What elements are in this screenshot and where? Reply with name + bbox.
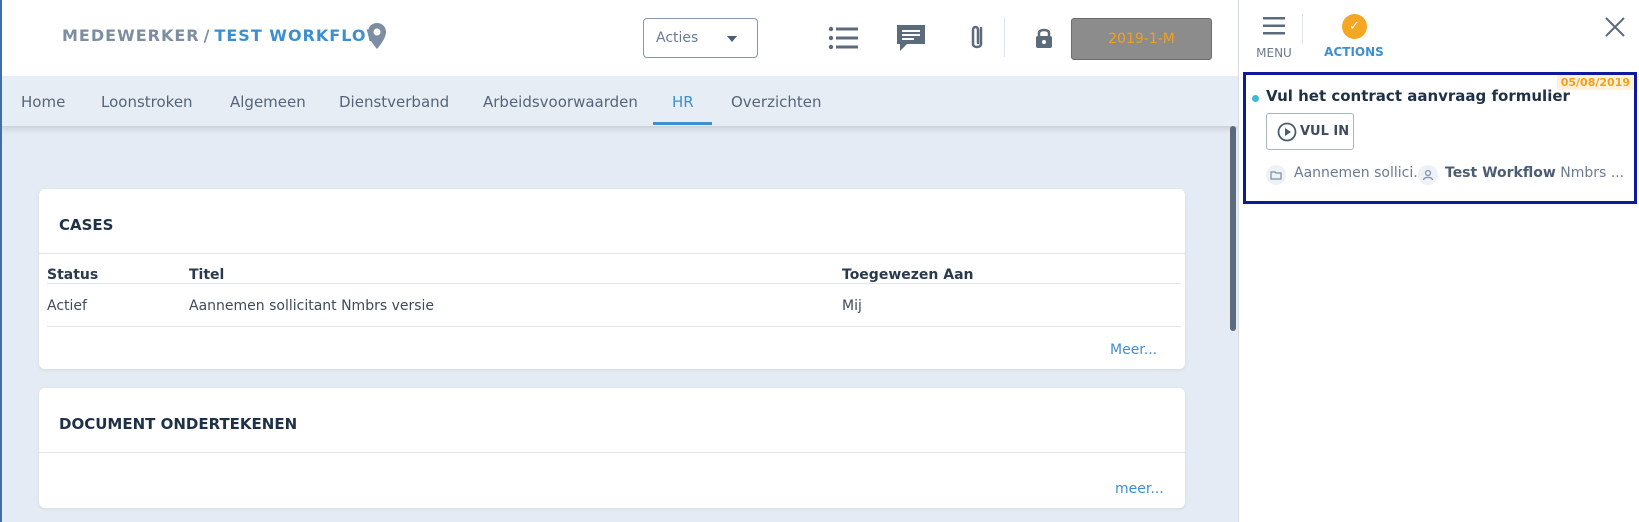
active-tab-indicator [653, 122, 712, 125]
period-button[interactable]: 2019-1-M [1071, 18, 1212, 60]
lock-icon[interactable] [1032, 26, 1056, 50]
tab-algemeen[interactable]: Algemeen [230, 93, 306, 111]
cell-titel[interactable]: Aannemen sollicitant Nmbrs versie [189, 298, 434, 314]
column-header-status[interactable]: Status [47, 267, 98, 283]
panel-tab-divider [1302, 14, 1303, 44]
folder-icon [1266, 165, 1286, 185]
tab-dienstverband[interactable]: Dienstverband [339, 93, 449, 111]
menu-label: MENU [1256, 46, 1292, 60]
list-icon[interactable] [828, 22, 860, 54]
cell-toegewezen: Mij [842, 298, 862, 314]
unread-dot [1252, 95, 1259, 102]
location-pin-icon[interactable] [366, 22, 388, 50]
tab-bar: Home Loonstroken Algemeen Dienstverband … [0, 76, 1238, 126]
table-header-divider [47, 283, 1181, 284]
hamburger-icon [1263, 17, 1285, 35]
tab-arbeidsvoorwaarden[interactable]: Arbeidsvoorwaarden [483, 93, 638, 111]
case-reference[interactable]: Aannemen sollici... [1294, 165, 1427, 181]
card-divider [39, 452, 1185, 453]
cell-status: Actief [47, 298, 87, 314]
scrollbar[interactable] [1230, 126, 1236, 331]
top-header: MEDEWERKER / TEST WORKFLOW Acties 2019-1-M [0, 0, 1238, 76]
column-header-toegewezen[interactable]: Toegewezen Aan [842, 267, 973, 283]
action-title[interactable]: Vul het contract aanvraag formulier [1266, 87, 1570, 105]
comment-icon[interactable] [895, 22, 927, 54]
panel-tab-menu[interactable]: MENU [1253, 16, 1295, 62]
panel-tab-actions[interactable]: ✓ ACTIONS [1319, 14, 1389, 62]
play-icon [1277, 122, 1297, 142]
tab-hr[interactable]: HR [672, 93, 694, 111]
column-header-titel[interactable]: Titel [189, 267, 224, 283]
cases-title: CASES [59, 216, 114, 234]
vul-in-label: VUL IN [1300, 124, 1350, 139]
close-icon[interactable] [1602, 14, 1628, 40]
assigned-user[interactable]: Test Workflow Nmbrs ... [1445, 165, 1624, 181]
cases-more-link[interactable]: Meer... [1110, 342, 1157, 358]
document-title: DOCUMENT ONDERTEKENEN [59, 415, 298, 433]
breadcrumb-parent[interactable]: MEDEWERKER [62, 26, 200, 45]
assigned-user-name: Test Workflow [1445, 165, 1556, 181]
actions-dropdown[interactable]: Acties [643, 18, 758, 58]
tab-overzichten[interactable]: Overzichten [731, 93, 822, 111]
actions-label: ACTIONS [1324, 45, 1384, 59]
check-icon: ✓ [1342, 14, 1367, 39]
breadcrumb-current: TEST WORKFLOW [214, 26, 386, 45]
action-item[interactable]: 05/08/2019 Vul het contract aanvraag for… [1243, 72, 1637, 204]
actions-dropdown-label: Acties [656, 30, 699, 46]
document-card: DOCUMENT ONDERTEKENEN meer... [39, 388, 1185, 508]
table-row-divider [47, 326, 1181, 327]
document-more-link[interactable]: meer... [1115, 481, 1164, 497]
cases-card: CASES Status Titel Toegewezen Aan Actief… [39, 189, 1185, 369]
paperclip-icon[interactable] [961, 22, 993, 54]
toolbar-divider [1004, 17, 1005, 57]
card-divider [39, 253, 1185, 254]
actions-panel: MENU ✓ ACTIONS 05/08/2019 Vul het contra… [1238, 0, 1639, 522]
tab-loonstroken[interactable]: Loonstroken [101, 93, 193, 111]
chevron-down-icon [727, 36, 737, 42]
user-icon [1418, 165, 1438, 185]
tab-home[interactable]: Home [21, 93, 65, 111]
vul-in-button[interactable]: VUL IN [1266, 113, 1354, 150]
assigned-user-company: Nmbrs ... [1560, 165, 1625, 181]
breadcrumb: MEDEWERKER / TEST WORKFLOW [62, 26, 385, 45]
breadcrumb-separator: / [203, 26, 211, 45]
